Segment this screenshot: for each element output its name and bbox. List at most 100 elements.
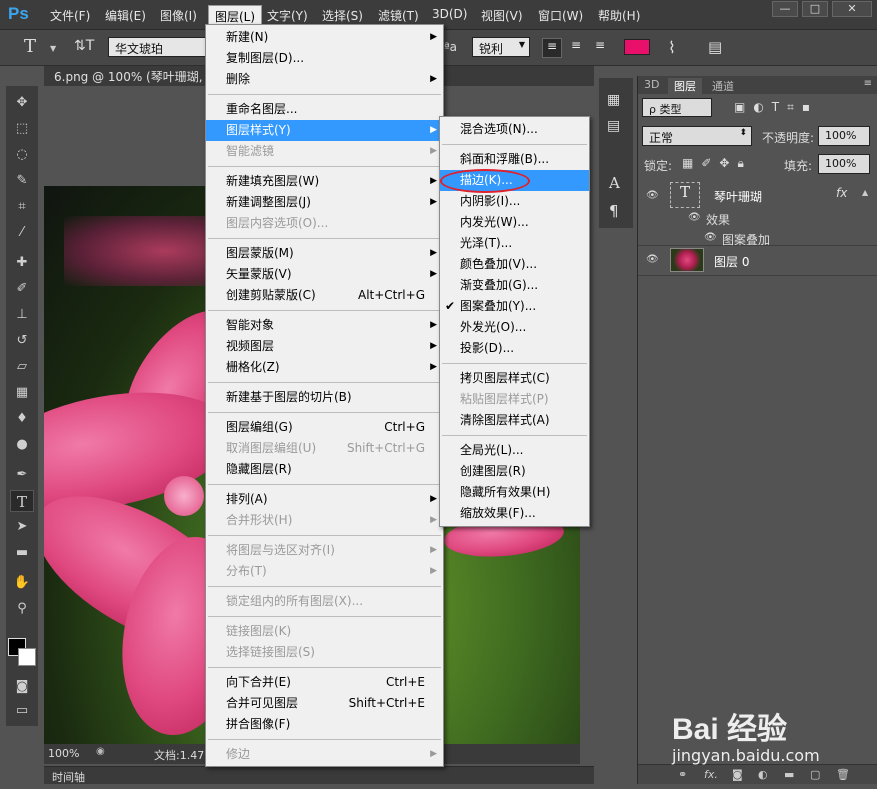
adjustment-icon[interactable]: ◐ bbox=[758, 768, 768, 781]
style_menu-item[interactable]: 缩放效果(F)... bbox=[440, 503, 589, 524]
menu-6[interactable]: 滤镜(T) bbox=[378, 7, 419, 24]
status-menu-icon[interactable]: ◉ bbox=[96, 746, 105, 757]
eyedropper-tool-icon[interactable]: ⁄ bbox=[10, 222, 34, 244]
layer-name[interactable]: 图层 0 bbox=[714, 253, 749, 270]
character-icon[interactable]: A bbox=[609, 174, 620, 192]
quick-select-tool-icon[interactable]: ✎ bbox=[10, 170, 34, 192]
layer_menu-item[interactable]: 复制图层(D)... bbox=[206, 48, 443, 69]
properties-icon[interactable]: ▤ bbox=[607, 118, 620, 134]
eye-icon[interactable]: 👁︎ bbox=[646, 190, 660, 201]
layer_menu-item[interactable]: 图层样式(Y) ▶ bbox=[206, 120, 443, 141]
style_menu-item[interactable]: 投影(D)... bbox=[440, 338, 589, 359]
move-tool-icon[interactable]: ✥ bbox=[10, 92, 34, 114]
style_menu-item[interactable]: 拷贝图层样式(C) bbox=[440, 368, 589, 389]
lasso-tool-icon[interactable]: ◌ bbox=[10, 144, 34, 166]
style_menu-item[interactable]: 光泽(T)... bbox=[440, 233, 589, 254]
eraser-tool-icon[interactable]: ▱ bbox=[10, 356, 34, 378]
background-color[interactable] bbox=[18, 648, 36, 666]
anti-alias-select[interactable]: 锐利 ▼ bbox=[472, 37, 530, 57]
brush-tool-icon[interactable]: ✐ bbox=[10, 278, 34, 300]
menu-1[interactable]: 编辑(E) bbox=[105, 7, 146, 24]
zoom-level[interactable]: 100% bbox=[48, 747, 79, 760]
quick-mask-icon[interactable]: ◙ bbox=[10, 676, 34, 698]
layer_menu-item[interactable]: 创建剪贴蒙版(C) Alt+Ctrl+G bbox=[206, 285, 443, 306]
pen-tool-icon[interactable]: ✒ bbox=[10, 464, 34, 486]
menu-2[interactable]: 图像(I) bbox=[160, 7, 197, 24]
dodge-tool-icon[interactable]: ● bbox=[10, 434, 34, 456]
opacity-field[interactable]: 100% bbox=[818, 126, 870, 146]
eye-icon[interactable]: 👁︎ bbox=[646, 254, 660, 265]
layer_menu-item[interactable]: 排列(A) ▶ bbox=[206, 489, 443, 510]
crop-tool-icon[interactable]: ⌗ bbox=[10, 196, 34, 218]
character-panel-icon[interactable]: ▤ bbox=[708, 38, 722, 56]
gradient-tool-icon[interactable]: ▦ bbox=[10, 382, 34, 404]
menu-4[interactable]: 文字(Y) bbox=[267, 7, 308, 24]
layer_menu-item[interactable]: 矢量蒙版(V) ▶ bbox=[206, 264, 443, 285]
fx-icon[interactable]: fx. bbox=[704, 768, 718, 781]
path-select-icon[interactable]: ➤ bbox=[10, 516, 34, 538]
maximize-button[interactable]: □ bbox=[802, 1, 828, 17]
fill-field[interactable]: 100% bbox=[818, 154, 870, 174]
warp-text-icon[interactable]: ⌇ bbox=[668, 38, 676, 57]
filter-icons[interactable]: ▣◐T⌗▪ bbox=[734, 100, 818, 115]
layer_menu-item[interactable]: 栅格化(Z) ▶ bbox=[206, 357, 443, 378]
chevron-down-icon[interactable]: ▼ bbox=[50, 44, 56, 53]
align-right-icon[interactable]: ≡ bbox=[590, 38, 610, 58]
style_menu-item[interactable]: 颜色叠加(V)... bbox=[440, 254, 589, 275]
style_menu-item[interactable]: 全局光(L)... bbox=[440, 440, 589, 461]
rectangle-tool-icon[interactable]: ▬ bbox=[10, 542, 34, 564]
style_menu-item[interactable]: 隐藏所有效果(H) bbox=[440, 482, 589, 503]
new-layer-icon[interactable]: ▢ bbox=[810, 768, 820, 781]
style_menu-item[interactable]: 斜面和浮雕(B)... bbox=[440, 149, 589, 170]
layer_menu-item[interactable]: 隐藏图层(R) bbox=[206, 459, 443, 480]
histogram-icon[interactable]: ▦ bbox=[607, 92, 620, 108]
menu-8[interactable]: 视图(V) bbox=[481, 7, 523, 24]
menu-9[interactable]: 窗口(W) bbox=[538, 7, 583, 24]
blend-mode-select[interactable]: 正常 ⬍ bbox=[642, 126, 752, 146]
text-tool-icon[interactable]: T bbox=[24, 36, 36, 57]
layer_menu-item[interactable]: 新建基于图层的切片(B) bbox=[206, 387, 443, 408]
style_menu-item[interactable]: 外发光(O)... bbox=[440, 317, 589, 338]
style_menu-item[interactable]: 渐变叠加(G)... bbox=[440, 275, 589, 296]
font-family-field[interactable]: 华文琥珀 bbox=[108, 37, 208, 57]
tab-channels[interactable]: 通道 bbox=[712, 78, 734, 94]
menu-7[interactable]: 3D(D) bbox=[432, 7, 467, 21]
trash-icon[interactable]: 🗑︎ bbox=[836, 768, 850, 781]
text-orientation-icon[interactable]: ⇅T bbox=[74, 38, 96, 58]
layer-filter-select[interactable]: ρ 类型 bbox=[642, 98, 712, 117]
layer_menu-item[interactable]: 重命名图层... bbox=[206, 99, 443, 120]
align-center-icon[interactable]: ≡ bbox=[566, 38, 586, 58]
chevron-down-icon[interactable]: ▲ bbox=[862, 188, 868, 197]
text-color-swatch[interactable] bbox=[624, 39, 650, 55]
menu-10[interactable]: 帮助(H) bbox=[598, 7, 640, 24]
type-tool-icon[interactable]: T bbox=[10, 490, 34, 512]
link-icon[interactable]: ⚭ bbox=[678, 768, 687, 781]
screen-mode-icon[interactable]: ▭ bbox=[10, 700, 34, 722]
tab-3d[interactable]: 3D bbox=[644, 78, 659, 94]
panel-menu-icon[interactable]: ≡ bbox=[864, 78, 872, 89]
style_menu-item[interactable]: 清除图层样式(A) bbox=[440, 410, 589, 431]
minimize-button[interactable]: — bbox=[772, 1, 798, 17]
paragraph-icon[interactable]: ¶ bbox=[609, 202, 619, 220]
eye-icon[interactable]: 👁︎ bbox=[704, 232, 718, 243]
layer_menu-item[interactable]: 新建调整图层(J) ▶ bbox=[206, 192, 443, 213]
zoom-tool-icon[interactable]: ⚲ bbox=[10, 598, 34, 620]
marquee-tool-icon[interactable]: ⬚ bbox=[10, 118, 34, 140]
tab-layers[interactable]: 图层 bbox=[668, 78, 702, 94]
fx-icon[interactable]: fx bbox=[836, 186, 847, 200]
layer_menu-item[interactable]: 拼合图像(F) bbox=[206, 714, 443, 735]
layer_menu-item[interactable]: 视频图层 ▶ bbox=[206, 336, 443, 357]
style_menu-item[interactable]: 创建图层(R) bbox=[440, 461, 589, 482]
blur-tool-icon[interactable]: ♦ bbox=[10, 408, 34, 430]
folder-icon[interactable]: ▬ bbox=[784, 768, 794, 781]
layer_menu-item[interactable]: 图层蒙版(M) ▶ bbox=[206, 243, 443, 264]
close-button[interactable]: ✕ bbox=[832, 1, 872, 17]
menu-0[interactable]: 文件(F) bbox=[50, 7, 90, 24]
style_menu-item[interactable]: 内阴影(I)... bbox=[440, 191, 589, 212]
history-brush-icon[interactable]: ↺ bbox=[10, 330, 34, 352]
layer_menu-item[interactable]: 智能对象 ▶ bbox=[206, 315, 443, 336]
mask-icon[interactable]: ◙ bbox=[732, 768, 743, 781]
style_menu-item[interactable]: 内发光(W)... bbox=[440, 212, 589, 233]
lock-icons[interactable]: ▦✐✥🔒︎ bbox=[682, 156, 752, 171]
style_menu-item[interactable]: 混合选项(N)... bbox=[440, 119, 589, 140]
